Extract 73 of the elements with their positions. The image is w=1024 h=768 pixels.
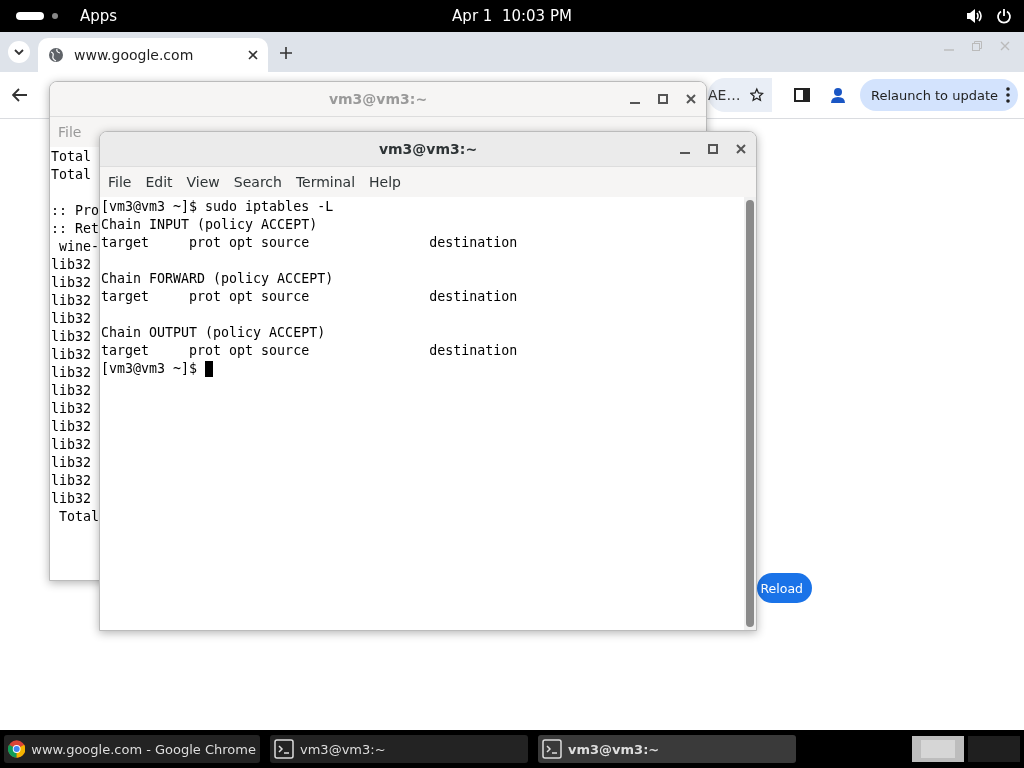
terminal-line: lib32 [51,274,92,292]
clock[interactable]: Apr 1 10:03 PM [452,7,572,25]
taskbar-item[interactable]: vm3@vm3:~ [538,735,796,763]
terminal-line: lib32 [51,472,92,490]
terminal-line: target prot opt source destination [101,234,518,252]
taskbar-item[interactable]: vm3@vm3:~ [270,735,528,763]
terminal-line: target prot opt source destination [101,342,518,360]
menu-item[interactable]: Search [233,174,282,190]
terminal-line: lib32 [51,400,92,418]
terminal-line: Chain INPUT (policy ACCEPT) [101,216,318,234]
terminal-icon [274,739,294,759]
window-title: vm3@vm3:~ [378,141,478,157]
close-icon[interactable] [736,144,746,154]
taskbar-item[interactable]: www.google.com - Google Chrome [4,735,260,763]
terminal-line: lib32 [51,436,92,454]
globe-icon [48,47,64,63]
chevron-down-icon [14,49,24,55]
tab-title: www.google.com [74,47,195,63]
workspace-dot [52,13,58,19]
terminal-line: wine- [58,238,100,256]
terminal-line: Total [51,166,92,184]
terminal-line: lib32 [51,346,92,364]
relaunch-button[interactable]: Relaunch to update [860,79,1018,111]
terminal-line: [vm3@vm3 ~]$ [101,360,199,378]
terminal-line: Total [51,148,92,166]
reload-button[interactable]: Reload [757,573,812,603]
browser-tab[interactable]: www.google.com [38,38,268,72]
profile-icon[interactable] [830,87,846,103]
terminal-line: :: Ret [51,220,100,238]
close-icon[interactable] [686,94,696,104]
terminal-line: lib32 [51,292,92,310]
volume-icon[interactable] [966,8,984,24]
taskbar-label: vm3@vm3:~ [300,741,386,757]
terminal-icon [542,739,562,759]
back-arrow-icon[interactable] [12,88,28,102]
workspace-thumbnail[interactable] [968,736,1020,762]
terminal-line: Total [58,508,100,526]
chrome-logo-icon [8,739,26,759]
tab-search-button[interactable] [8,41,30,63]
terminal-line: Chain FORWARD (policy ACCEPT) [101,270,334,288]
taskbar-label: www.google.com - Google Chrome [31,741,256,757]
menu-item[interactable]: View [186,174,220,190]
terminal-line: lib32 [51,490,92,508]
taskbar-label: vm3@vm3:~ [568,741,660,757]
terminal-line: lib32 [51,454,92,472]
window-title: vm3@vm3:~ [328,91,428,107]
terminal-line: lib32 [51,310,92,328]
menu-item[interactable]: File [108,174,132,190]
terminal-line: Chain OUTPUT (policy ACCEPT) [101,324,326,342]
terminal-line: lib32 [51,328,92,346]
terminal-line: lib32 [51,256,92,274]
star-icon[interactable] [750,87,764,103]
new-tab-icon[interactable] [280,47,292,59]
menu-item[interactable]: Terminal [295,174,356,190]
terminal-line: [vm3@vm3 ~]$ sudo iptables -L [101,198,334,216]
more-options-icon[interactable] [1006,87,1010,103]
terminal-line: lib32 [51,364,92,382]
terminal-line: target prot opt source destination [101,288,518,306]
activities-indicator[interactable] [16,12,44,20]
maximize-icon[interactable] [658,94,668,104]
terminal-line: lib32 [51,418,92,436]
close-icon[interactable] [248,50,258,60]
terminal-line: lib32 [51,382,92,400]
maximize-icon[interactable] [708,144,718,154]
apps-menu[interactable]: Apps [80,7,118,25]
workspace-thumbnail[interactable] [912,736,964,762]
address-bar[interactable]: AE… [708,78,772,112]
terminal-line: :: Pro [51,202,100,220]
menu-item[interactable]: Help [369,174,401,190]
menu-item[interactable]: Edit [145,174,173,190]
side-panel-icon[interactable] [794,88,810,102]
scrollbar[interactable] [744,197,756,630]
power-icon[interactable] [996,8,1012,24]
